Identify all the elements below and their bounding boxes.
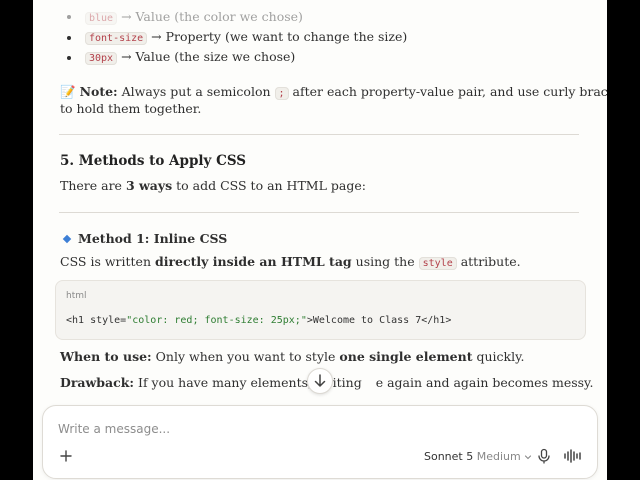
microphone-button[interactable]: [536, 448, 552, 464]
inline-code: style: [418, 257, 457, 270]
code-language-label: html: [66, 291, 87, 301]
list-item: 30px → Value (the size we chose): [85, 49, 295, 67]
message-content: blue → Value (the color we chose) font-s…: [33, 0, 607, 400]
chat-window: blue → Value (the color we chose) font-s…: [33, 0, 607, 480]
code-line: <h1 style="color: red; font-size: 25px;"…: [66, 315, 452, 326]
plus-icon: [60, 450, 72, 462]
arrow-down-icon: [314, 374, 326, 387]
code-block: html <h1 style="color: red; font-size: 2…: [55, 280, 586, 340]
chevron-down-icon: [525, 455, 532, 460]
memo-icon: 📝: [60, 84, 76, 99]
model-name: Sonnet 5: [424, 450, 474, 463]
message-composer[interactable]: Write a message... Sonnet 5 Medium: [42, 405, 598, 479]
voice-mode-button[interactable]: [563, 448, 583, 464]
note-paragraph: 📝 Note: Always put a semicolon ; after e…: [60, 84, 607, 102]
method-description: CSS is written directly inside an HTML t…: [60, 254, 521, 270]
note-label: Note:: [79, 84, 118, 99]
list-item: font-size → Property (we want to change …: [85, 29, 407, 47]
inline-code: 30px: [85, 52, 118, 65]
add-attachment-button[interactable]: [59, 449, 73, 467]
list-item: blue → Value (the color we chose): [85, 9, 303, 27]
list-bullet: [67, 15, 71, 19]
message-input[interactable]: Write a message...: [58, 422, 170, 436]
model-mode: Medium: [476, 450, 521, 463]
list-bullet: [67, 56, 71, 60]
inline-code: blue: [85, 12, 118, 25]
inline-code: ;: [274, 87, 289, 100]
section-heading: 5. Methods to Apply CSS: [60, 153, 247, 169]
section-intro: There are 3 ways to add CSS to an HTML p…: [60, 178, 366, 193]
when-to-use: When to use: Only when you want to style…: [60, 349, 525, 364]
diamond-icon: [62, 234, 72, 244]
inline-code: font-size: [85, 32, 148, 45]
microphone-icon: [538, 448, 550, 464]
list-bullet: [67, 36, 71, 40]
method-heading: Method 1: Inline CSS: [78, 231, 228, 246]
note-paragraph-cont: to hold them together.: [60, 101, 202, 116]
waveform-icon: [564, 449, 581, 463]
model-selector[interactable]: Sonnet 5 Medium: [424, 450, 532, 463]
divider: [59, 212, 579, 213]
divider: [59, 134, 579, 135]
scroll-to-bottom-button[interactable]: [307, 368, 333, 394]
